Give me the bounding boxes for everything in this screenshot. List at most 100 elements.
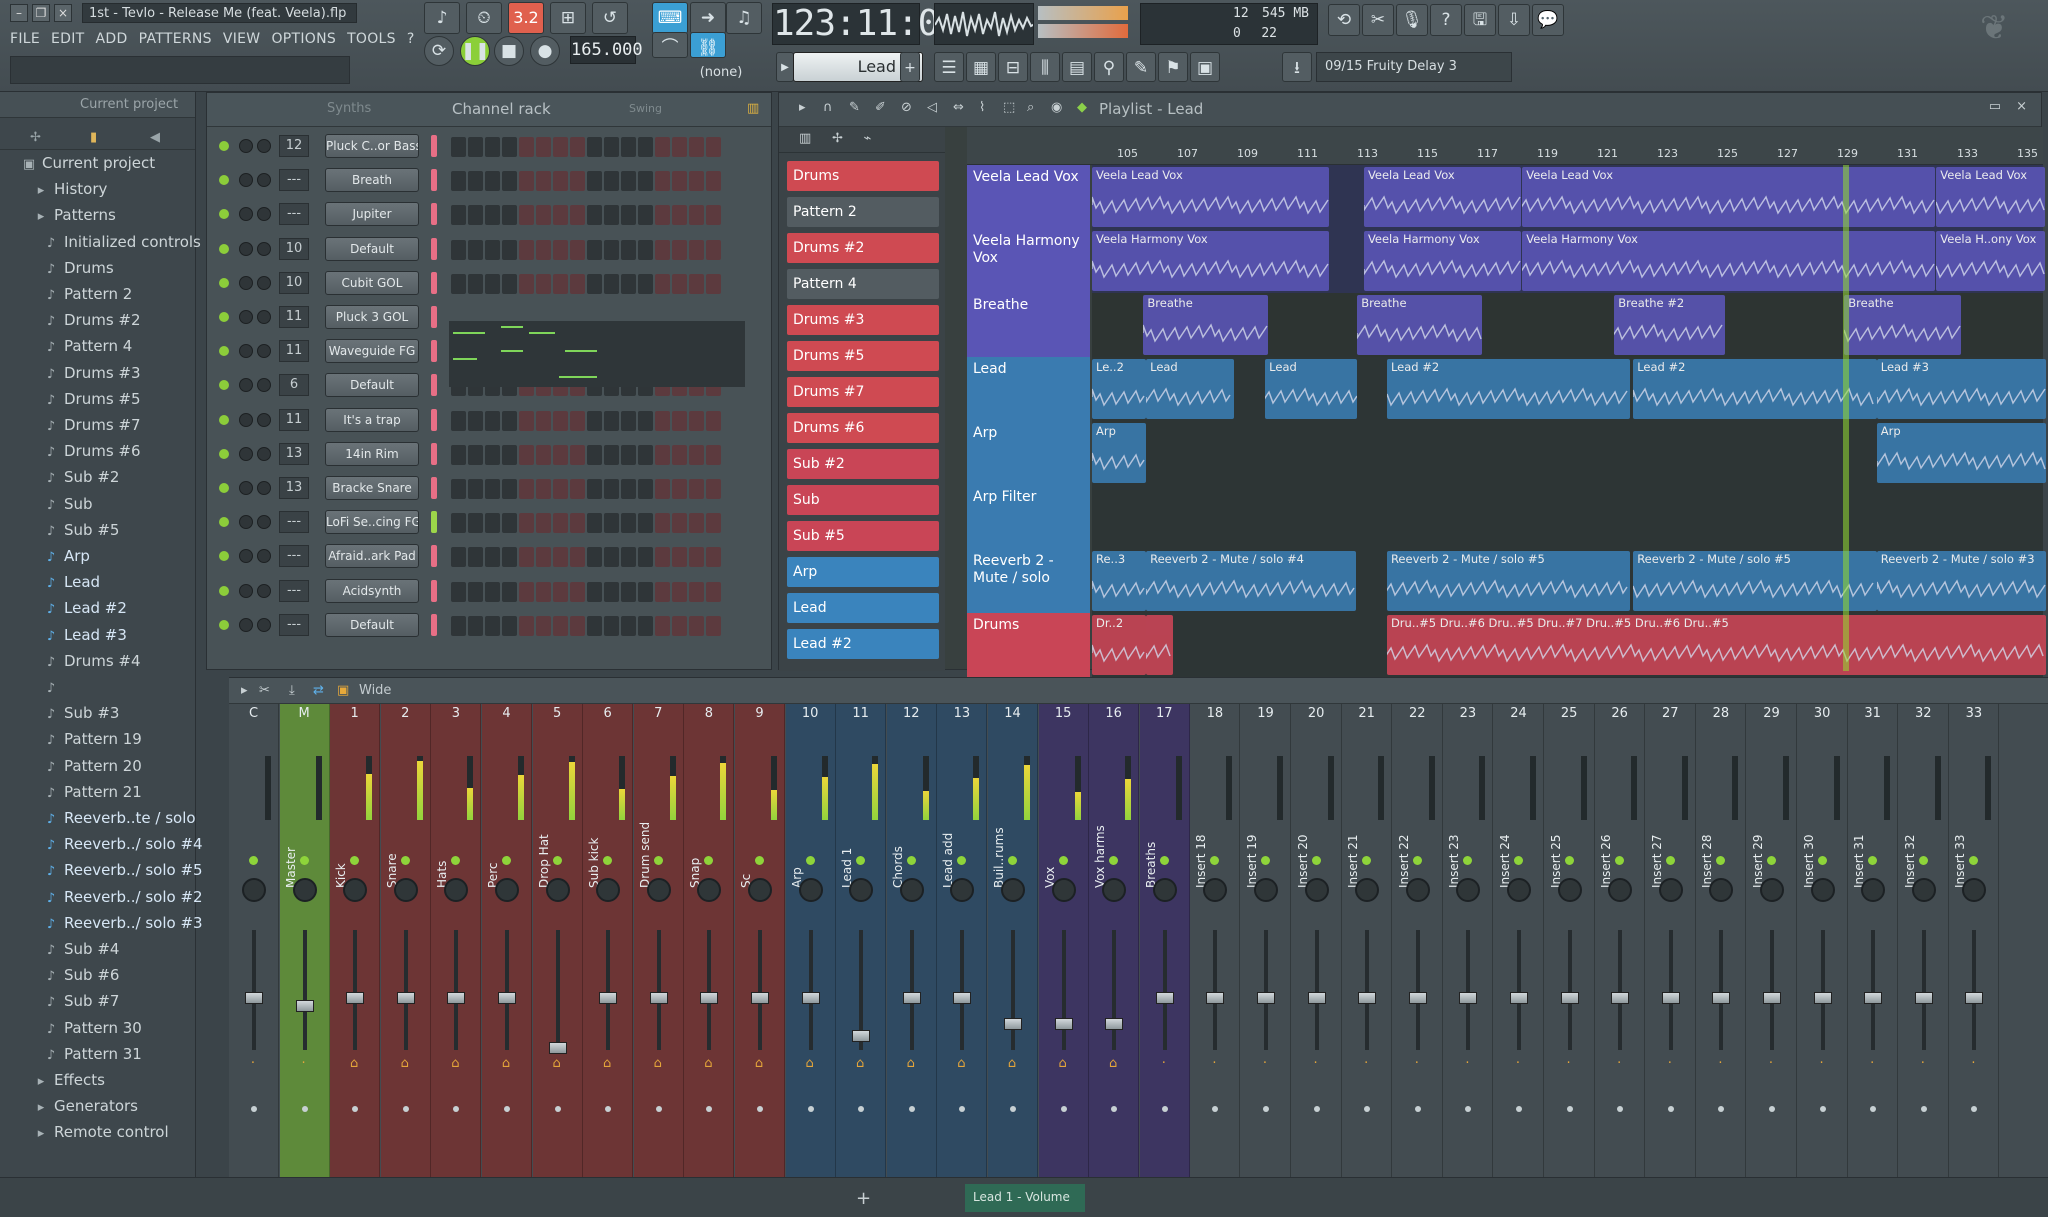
step-sequencer[interactable] [451, 410, 721, 431]
step-button[interactable] [706, 547, 721, 568]
mixer-fader-track[interactable] [606, 930, 611, 1050]
step-button[interactable] [604, 479, 619, 499]
mixer-strip[interactable]: 29 Insert 29 · [1747, 704, 1797, 1178]
channel-volume-knob[interactable] [257, 207, 271, 222]
channel-group-label[interactable]: Synths [327, 101, 371, 116]
route-icon[interactable]: · [1613, 1056, 1625, 1071]
tempo-display[interactable]: 165.000 [570, 36, 643, 64]
channel-name-button[interactable]: LoFi Se..cing FG [325, 510, 419, 535]
mixer-pan-knob[interactable] [1911, 878, 1936, 902]
step-button[interactable] [502, 581, 517, 602]
step-button[interactable] [672, 171, 687, 192]
mixer-fader-cap[interactable] [1914, 992, 1933, 1004]
channel-mixer-track[interactable]: 10 [279, 237, 309, 260]
channel-name-button[interactable]: 14in Rim [325, 441, 419, 466]
step-button[interactable] [604, 513, 619, 534]
mixer-fader-cap[interactable] [346, 992, 365, 1004]
mixer-strip[interactable]: 3 Hats ⌂ [431, 704, 482, 1178]
step-button[interactable] [672, 239, 687, 260]
add-icon[interactable]: + [856, 1188, 871, 1209]
paint-tool-icon[interactable]: ✐ [875, 100, 886, 115]
step-button[interactable] [706, 444, 721, 465]
mixer-strip[interactable]: 23 Insert 23 · [1443, 704, 1494, 1178]
route-icon[interactable]: ⌂ [1107, 1056, 1119, 1071]
mixer-strip-name[interactable]: Vox harms [1093, 808, 1107, 888]
step-button[interactable] [706, 410, 721, 431]
mixer-fader-track[interactable] [555, 930, 560, 1050]
step-button[interactable] [468, 547, 483, 568]
step-button[interactable] [536, 444, 551, 465]
mixer-pan-knob[interactable] [1962, 878, 1987, 902]
step-button[interactable] [621, 479, 636, 499]
mixer-strip[interactable]: 12 Chords ⌂ [886, 704, 937, 1178]
playlist-clip[interactable]: Breathe [1143, 295, 1268, 355]
mixer-pan-knob[interactable] [1456, 878, 1481, 902]
mixer-strip-name[interactable]: Drum send [638, 808, 652, 888]
step-button[interactable] [451, 513, 466, 534]
mixer-strip-name[interactable]: Arp [790, 808, 804, 888]
step-button[interactable] [519, 547, 534, 568]
mixer-mute-led[interactable] [1665, 856, 1675, 865]
step-button[interactable] [638, 171, 653, 192]
mixer-strip[interactable]: 1 Kick ⌂ [330, 704, 381, 1178]
step-button[interactable] [706, 205, 721, 226]
step-button[interactable] [570, 137, 585, 157]
mixer-mute-led[interactable] [1767, 856, 1776, 865]
step-button[interactable] [451, 444, 466, 465]
mixer-strip[interactable]: 8 Snap ⌂ [684, 704, 735, 1178]
mixer-mute-led[interactable] [1564, 856, 1574, 865]
browser-pattern-item[interactable]: ♪ Drums [0, 255, 196, 281]
step-button[interactable] [485, 444, 500, 465]
browser-pattern-item[interactable]: ♪ Drums #2 [0, 307, 196, 333]
step-button[interactable] [689, 171, 704, 192]
step-button[interactable] [621, 615, 636, 636]
step-button[interactable] [638, 513, 653, 534]
step-sequencer[interactable] [451, 444, 721, 465]
step-button[interactable] [621, 410, 636, 431]
mixer-strip[interactable]: 14 Buil..rums ⌂ [988, 704, 1038, 1178]
mixer-fader-cap[interactable] [1965, 992, 1984, 1004]
step-button[interactable] [655, 479, 670, 499]
step-button[interactable] [502, 615, 517, 636]
mixer-pan-knob[interactable] [950, 878, 975, 902]
mixer-mute-led[interactable] [906, 856, 916, 865]
channel-volume-knob[interactable] [257, 310, 271, 324]
mixer-mute-led[interactable] [704, 856, 714, 865]
mixer-fader-cap[interactable] [1054, 1018, 1073, 1030]
step-button[interactable] [570, 547, 585, 568]
step-button[interactable] [451, 137, 466, 157]
playlist-clip[interactable]: Lead #2 [1633, 359, 1877, 419]
undo-history-icon[interactable]: ⟲ [1328, 4, 1360, 36]
touch-controller-icon[interactable]: ✎ [1126, 52, 1156, 82]
pattern-picker-item[interactable]: Sub [787, 485, 939, 515]
mixer-mute-led[interactable] [1058, 856, 1068, 865]
mixer-strip-name[interactable]: Insert 18 [1194, 808, 1208, 888]
track-lane[interactable]: Dr..2 Dru..#5 Dru..#6 Dru..#5 Dru..#7 Dru… [1092, 613, 2046, 677]
mixer-strip[interactable]: 20 Insert 20 · [1291, 704, 1342, 1178]
mixer-strip-name[interactable]: Breaths [1144, 808, 1158, 888]
download-icon[interactable]: ⭳ [1282, 52, 1312, 82]
step-button[interactable] [536, 615, 551, 636]
mixer-tools-icon[interactable]: ✂ [259, 683, 270, 698]
export-icon[interactable]: ⇩ [1498, 4, 1530, 36]
channel-mixer-track[interactable]: 10 [279, 271, 309, 294]
mixer-strip[interactable]: 16 Vox harms ⌂ [1089, 704, 1140, 1178]
mixer-strip-name[interactable]: Perc [486, 808, 500, 888]
channel-row[interactable]: --- Breath [207, 163, 773, 197]
channel-select-indicator[interactable] [431, 442, 437, 465]
mixer-mute-led[interactable] [1210, 856, 1220, 865]
channel-volume-knob[interactable] [257, 549, 271, 564]
channel-select-indicator[interactable] [431, 374, 437, 397]
mixer-strip[interactable]: 7 Drum send ⌂ [633, 704, 684, 1178]
arrow-icon[interactable]: ▸ [799, 100, 806, 115]
step-sequencer[interactable] [451, 513, 721, 534]
mixer-pan-knob[interactable] [1507, 878, 1531, 902]
minimize-button[interactable]: – [10, 4, 28, 22]
channel-select-indicator[interactable] [431, 306, 437, 328]
menu-item-edit[interactable]: EDIT [51, 31, 85, 51]
browser-pattern-item[interactable]: ♪ Lead #3 [0, 622, 196, 648]
mixer-fader-track[interactable] [1618, 930, 1623, 1050]
mixer-fader-cap[interactable] [498, 992, 516, 1004]
restore-button[interactable]: ❐ [32, 4, 50, 22]
route-icon[interactable]: · [1664, 1056, 1676, 1071]
